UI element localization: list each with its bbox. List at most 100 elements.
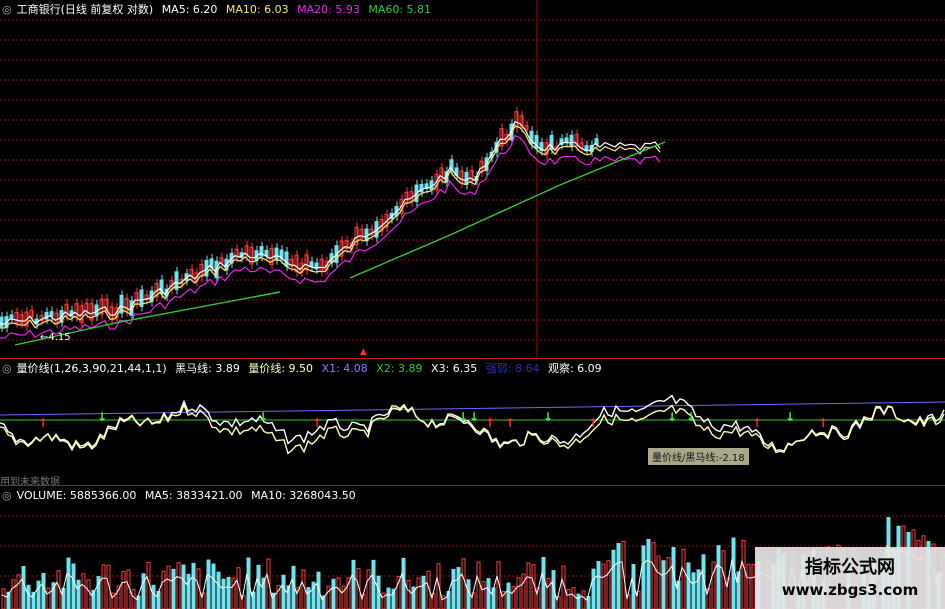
volume-bar <box>416 577 421 609</box>
volume-bar <box>606 560 611 609</box>
volume-bar <box>566 588 571 609</box>
price-chart-pane[interactable]: ◎ 工商银行(日线 前复权 对数) MA5: 6.20 MA10: 6.03 MA… <box>0 0 945 358</box>
volume-bar <box>351 559 356 609</box>
volume-bar <box>401 557 406 609</box>
circle-dot-icon[interactable]: ◎ <box>2 362 12 375</box>
volume-bar <box>686 562 691 609</box>
volume-bar <box>576 593 581 609</box>
volume-bar <box>1 588 6 609</box>
volume-bar <box>656 555 661 609</box>
volume-bar <box>481 581 486 609</box>
volume-bar <box>221 578 226 609</box>
volume-bar <box>206 559 211 609</box>
circle-dot-icon[interactable]: ◎ <box>2 3 12 16</box>
red-up-arrow-icon: ↑ <box>485 416 495 430</box>
candle-body <box>9 314 14 320</box>
price-header: ◎ 工商银行(日线 前复权 对数) MA5: 6.20 MA10: 6.03 MA… <box>2 3 436 17</box>
volume-ma10-value: MA10: 3268043.50 <box>251 489 356 502</box>
volume-bar <box>336 577 341 609</box>
volume-bar <box>406 579 411 609</box>
volume-bar <box>46 587 51 609</box>
candle-body <box>49 311 54 317</box>
volume-bar <box>26 584 31 609</box>
volume-bar <box>526 562 531 609</box>
future-data-note: 用到未来数据 <box>0 477 60 485</box>
volume-bar <box>601 563 606 609</box>
volume-bar <box>256 564 261 609</box>
volume-bar <box>541 556 546 609</box>
green-down-arrow-icon: ↓ <box>469 410 479 424</box>
volume-bar <box>466 579 471 609</box>
volume-bar <box>131 589 136 609</box>
volume-bar <box>616 543 621 609</box>
green-down-arrow-icon: ↓ <box>97 410 107 424</box>
volume-bar <box>306 587 311 609</box>
volume-bar <box>66 557 71 609</box>
volume-bar <box>661 560 666 609</box>
volume-bar <box>326 585 331 609</box>
green-down-arrow-icon: ↓ <box>667 410 677 424</box>
volume-bar <box>281 574 286 609</box>
volume-header: ◎ VOLUME: 5885366.00 MA5: 3833421.00 MA10… <box>2 489 361 503</box>
circle-dot-icon[interactable]: ◎ <box>2 489 12 502</box>
volume-bar <box>691 572 696 609</box>
volume-bar <box>716 545 721 609</box>
volume-bar <box>101 564 106 609</box>
low-price-label: ←4.15 <box>40 332 71 343</box>
green-down-arrow-icon: ↓ <box>458 410 468 424</box>
volume-bar <box>421 575 426 609</box>
volume-bar <box>666 557 671 609</box>
watermark: 指标公式网 www.zbgs3.com <box>755 547 945 609</box>
volume-bar <box>486 578 491 609</box>
red-marker-icon: ▲ <box>360 347 367 357</box>
x3-value: X3: 6.35 <box>431 362 478 375</box>
volume-bar <box>451 568 456 609</box>
red-up-arrow-icon: ↑ <box>588 416 598 430</box>
volume-bar <box>596 561 601 609</box>
candle-body <box>569 134 574 147</box>
volume-bar <box>546 578 551 609</box>
red-up-arrow-icon: ↑ <box>752 416 762 430</box>
volume-bar <box>181 564 186 609</box>
green-down-arrow-icon: ↓ <box>258 410 268 424</box>
volume-ma5-value: MA5: 3833421.00 <box>144 489 243 502</box>
indicator-pane[interactable]: ↑ ↓ ↓ ↑ ↓ ↓ ↑ ↑ ↓ ↑ ↓ ↓ ↑ ↓ ↑ ◎ 量价线(1,26,3,90,21,44,1,1… <box>0 359 945 485</box>
price-chart-canvas[interactable] <box>0 0 945 358</box>
volume-bar <box>71 563 76 609</box>
volume-bar <box>746 563 751 609</box>
volume-bar <box>591 568 596 609</box>
volume-bar <box>371 559 376 609</box>
ma10-line <box>0 124 661 329</box>
volume-bar <box>16 574 21 609</box>
volume-bar <box>86 579 91 609</box>
volume-bar <box>681 548 686 609</box>
volume-bar <box>331 578 336 609</box>
indicator-canvas[interactable]: ↑ ↓ ↓ ↑ ↓ ↓ ↑ ↑ ↓ ↑ ↓ ↓ ↑ ↓ ↑ <box>0 359 945 485</box>
ma20-line <box>0 134 661 339</box>
ma60-value: MA60: 5.81 <box>368 3 432 16</box>
watermark-title: 指标公式网 <box>805 557 895 578</box>
volume-bar <box>216 571 221 609</box>
x2-value: X2: 3.89 <box>376 362 423 375</box>
candle-body <box>419 183 424 193</box>
volume-bar <box>56 570 61 609</box>
green-down-arrow-icon: ↓ <box>686 410 696 424</box>
volume-bar <box>581 590 586 609</box>
volume-bar <box>521 573 526 609</box>
volume-bar <box>301 569 306 609</box>
ma10-value: MA10: 6.03 <box>225 3 289 16</box>
red-up-arrow-icon: ↑ <box>818 416 828 430</box>
volume-bar <box>186 573 191 609</box>
volume-bar <box>226 576 231 609</box>
volume-bar <box>516 577 521 609</box>
volume-bar <box>191 562 196 609</box>
liangjia-value: 量价线: 9.50 <box>248 362 314 375</box>
candle-body <box>274 247 279 261</box>
volume-bar <box>386 587 391 609</box>
volume-bar <box>21 565 26 609</box>
volume-bar <box>36 580 41 609</box>
red-up-arrow-icon: ↑ <box>312 416 322 430</box>
green-down-arrow-icon: ↓ <box>785 410 795 424</box>
indicator-title: 量价线(1,26,3,90,21,44,1,1) <box>16 362 167 375</box>
volume-bar <box>476 561 481 609</box>
